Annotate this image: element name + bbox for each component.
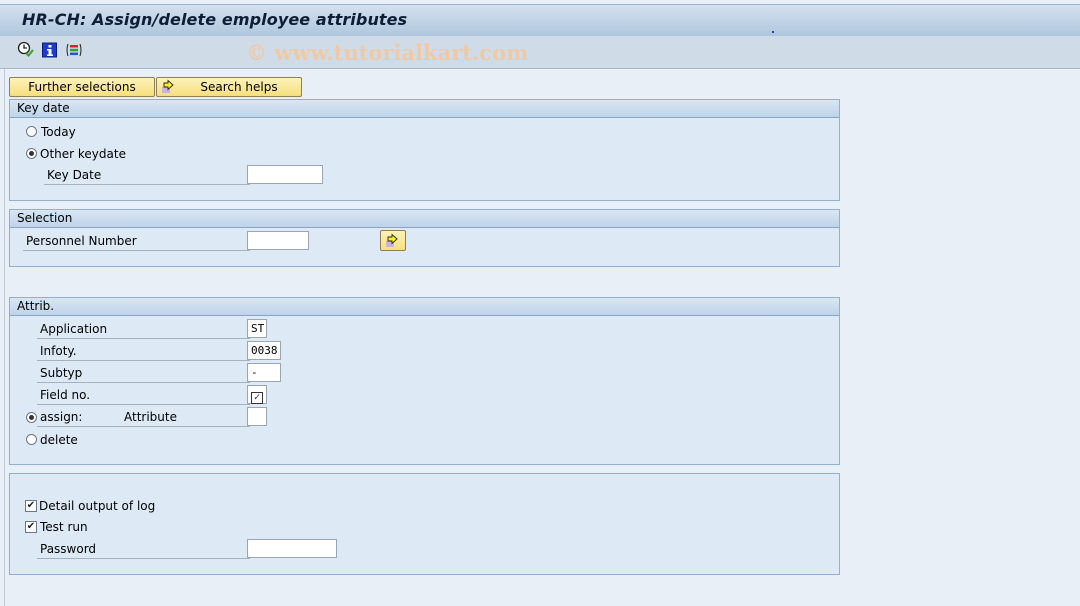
- multiple-selection-button[interactable]: [380, 230, 406, 251]
- info-icon[interactable]: [41, 41, 59, 59]
- delete-label[interactable]: delete: [40, 433, 78, 447]
- subtype-label: Subtyp: [37, 364, 250, 383]
- further-selections-button[interactable]: Further selections: [9, 77, 155, 97]
- field-no-checkbox-field[interactable]: ✓: [247, 385, 267, 404]
- personnel-number-label: Personnel Number: [23, 232, 250, 251]
- assign-row: assign: Attribute: [37, 408, 250, 427]
- key-date-label: Key Date: [44, 166, 250, 185]
- application-toolbar: © www.tutorialkart.com: [0, 36, 1080, 69]
- today-radio[interactable]: [26, 126, 37, 137]
- other-keydate-radio[interactable]: [26, 148, 37, 159]
- infotype-label: Infoty.: [37, 342, 250, 361]
- arrow-right-icon: [385, 233, 401, 252]
- personnel-number-input[interactable]: [247, 231, 309, 250]
- other-keydate-label[interactable]: Other keydate: [40, 147, 126, 161]
- selection-header: Selection: [10, 210, 839, 228]
- field-no-checkbox[interactable]: ✓: [251, 392, 263, 404]
- detail-log-checkbox[interactable]: ✔: [25, 500, 37, 512]
- watermark: © www.tutorialkart.com: [246, 40, 529, 65]
- left-border: [4, 69, 5, 606]
- assign-radio[interactable]: [26, 412, 37, 423]
- test-run-checkbox[interactable]: ✔: [25, 521, 37, 533]
- assign-label[interactable]: assign:: [40, 410, 82, 424]
- options-group: [9, 473, 840, 575]
- infotype-input[interactable]: 0038: [247, 341, 281, 360]
- search-helps-label: Search helps: [200, 80, 278, 94]
- further-selections-label: Further selections: [28, 80, 136, 94]
- test-run-label[interactable]: Test run: [40, 520, 88, 534]
- arrow-right-icon: [161, 79, 177, 100]
- title-bar: HR-CH: Assign/delete employee attributes: [0, 4, 1080, 37]
- attribute-input[interactable]: [247, 407, 267, 426]
- subtype-input[interactable]: -: [247, 363, 281, 382]
- detail-log-label[interactable]: Detail output of log: [39, 499, 155, 513]
- attrib-header: Attrib.: [10, 298, 839, 316]
- execute-icon[interactable]: [17, 41, 35, 59]
- attribute-label: Attribute: [124, 410, 177, 424]
- key-date-header: Key date: [10, 100, 839, 118]
- key-date-input[interactable]: [247, 165, 323, 184]
- key-date-group: Key date: [9, 99, 840, 201]
- today-label[interactable]: Today: [41, 125, 76, 139]
- application-input[interactable]: ST: [247, 319, 267, 338]
- selection-options-icon[interactable]: [65, 41, 83, 59]
- password-label: Password: [37, 540, 250, 559]
- application-label: Application: [37, 320, 250, 339]
- search-helps-button[interactable]: Search helps: [156, 77, 302, 97]
- password-input[interactable]: [247, 539, 337, 558]
- page-title: HR-CH: Assign/delete employee attributes: [22, 10, 408, 29]
- field-no-label: Field no.: [37, 386, 250, 405]
- delete-radio[interactable]: [26, 434, 37, 445]
- status-dot: [772, 31, 774, 33]
